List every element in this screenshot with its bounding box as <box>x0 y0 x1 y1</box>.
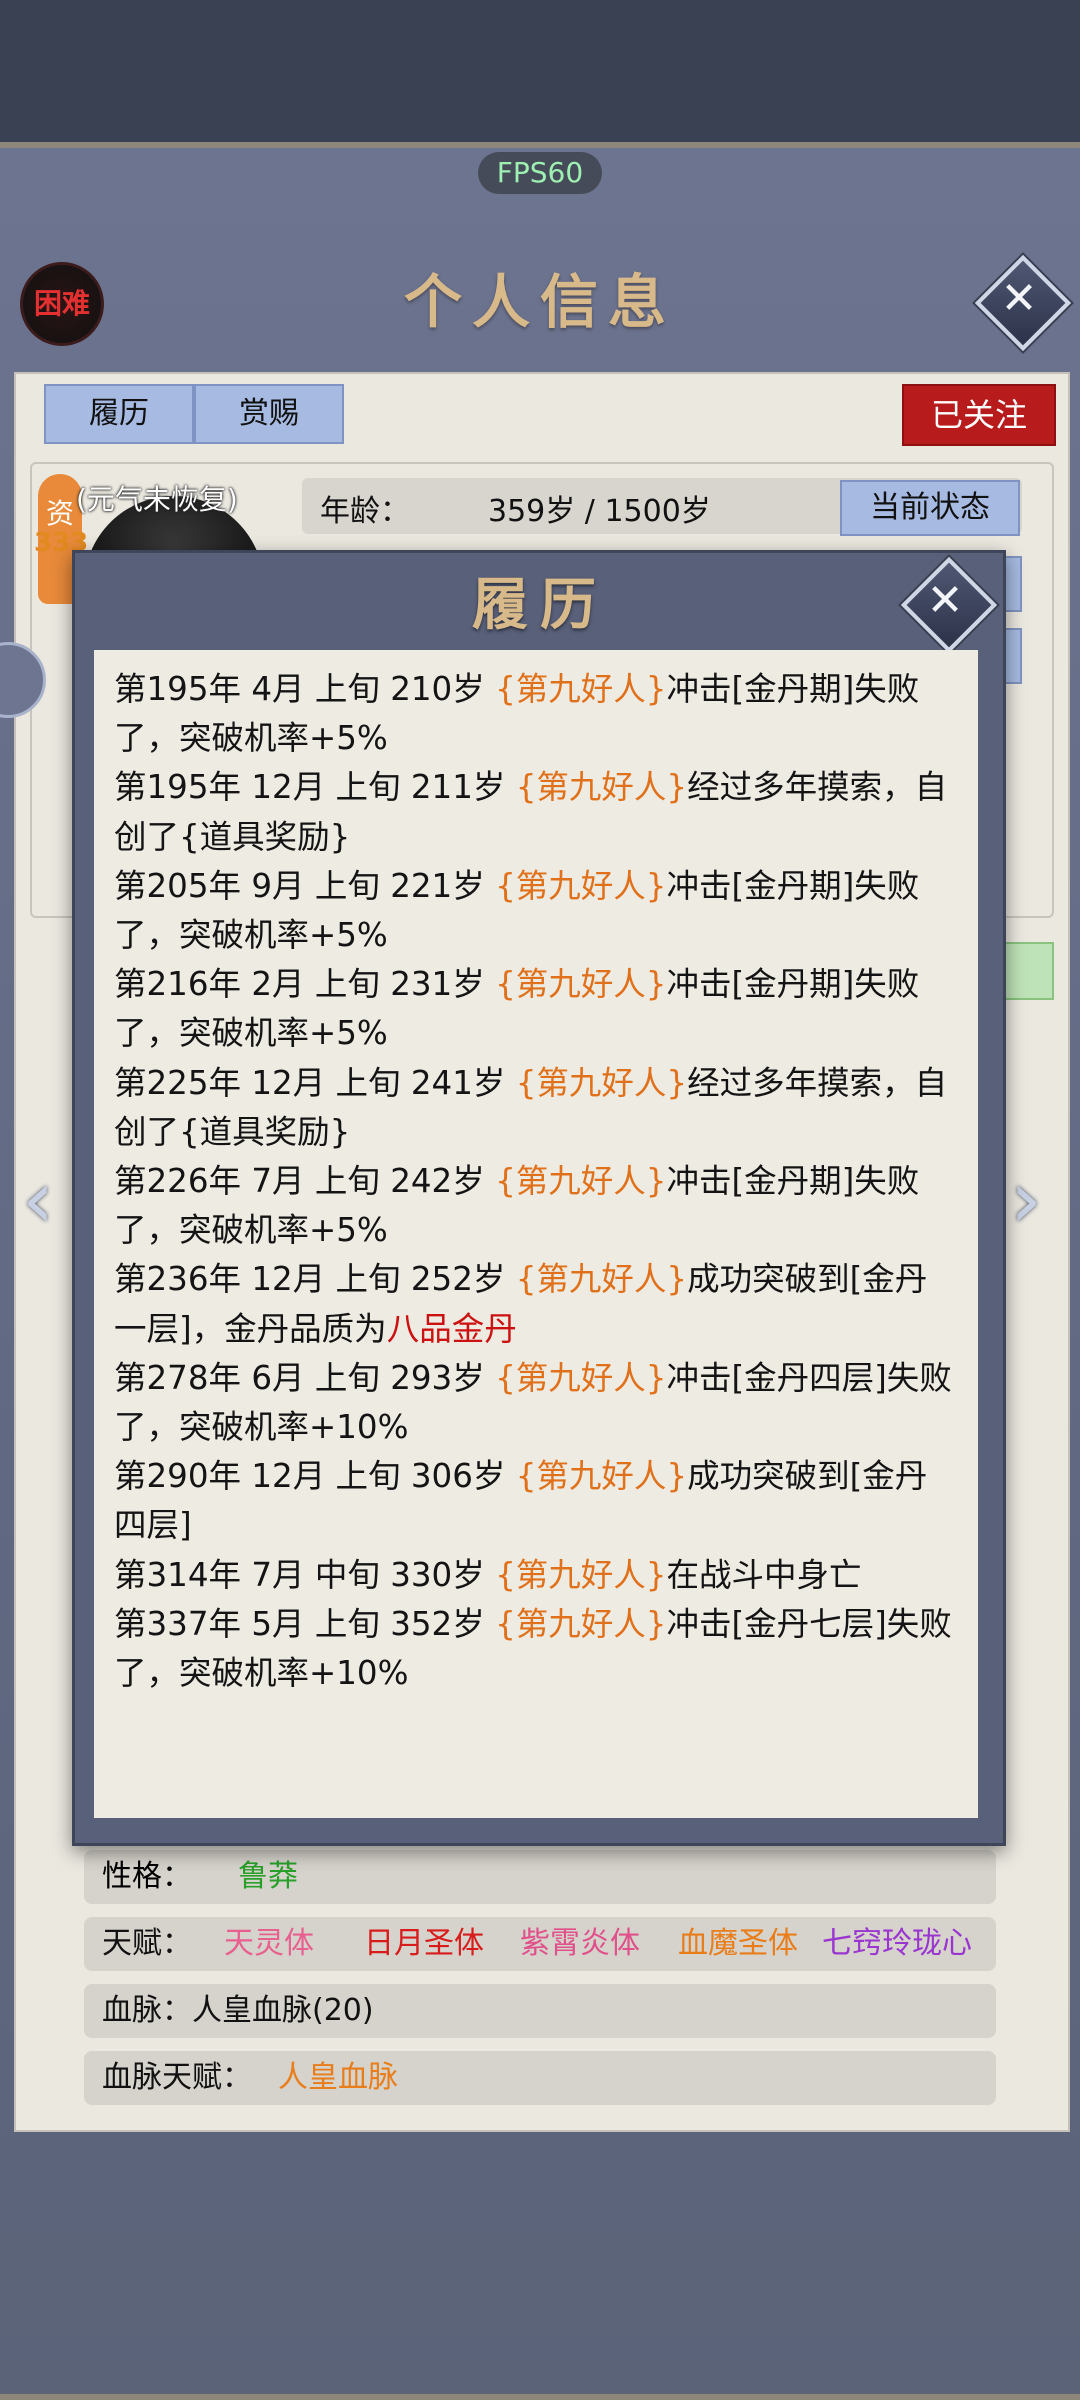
bottom-divider <box>0 2394 1080 2400</box>
age-value: 359岁 / 1500岁 <box>488 494 711 529</box>
history-entry: 第205年 9月 上旬 221岁 {第九好人}冲击[金丹期]失败了，突破机率+5… <box>114 866 920 955</box>
follow-button[interactable]: 已关注 <box>902 384 1056 446</box>
history-entry: 第195年 4月 上旬 210岁 {第九好人}冲击[金丹期]失败了，突破机率+5… <box>114 670 920 758</box>
chevron-left-icon[interactable]: ‹ <box>22 1160 72 1240</box>
talent-item: 七窍玲珑心 <box>822 1926 972 1961</box>
chevron-right-icon[interactable]: › <box>1010 1160 1060 1240</box>
history-entry: 第278年 6月 上旬 293岁 {第九好人}冲击[金丹四层]失败了，突破机率+… <box>114 1358 952 1447</box>
bloodline-text: 血脉：人皇血脉(20) <box>102 1993 374 2028</box>
difficulty-badge: 困难 <box>20 262 104 346</box>
bloodline-talent-value: 人皇血脉 <box>278 2060 398 2095</box>
close-button[interactable]: ✕ <box>974 254 1072 352</box>
history-entry: 第216年 2月 上旬 231岁 {第九好人}冲击[金丹期]失败了，突破机率+5… <box>114 965 920 1053</box>
bloodline-row: 血脉：人皇血脉(20) <box>84 1984 996 2038</box>
page-title: 个人信息 <box>403 268 676 336</box>
bloodline-talent-row: 血脉天赋： 人皇血脉 <box>84 2051 996 2105</box>
talent-row: 天赋： 天灵体 日月圣体 紫霄炎体 血魔圣体 七窍玲珑心 <box>84 1917 996 1971</box>
talent-item: 血魔圣体 <box>678 1926 798 1961</box>
talent-item: 紫霄炎体 <box>520 1926 640 1961</box>
bloodline-talent-label: 血脉天赋： <box>102 2060 252 2095</box>
personality-label: 性格： <box>102 1859 192 1894</box>
history-entry: 第195年 12月 上旬 211岁 {第九好人}经过多年摸索，自创了{道具奖励} <box>114 768 948 856</box>
personality-row: 性格： 鲁莽 <box>84 1850 996 1904</box>
history-entry: 第314年 7月 中旬 330岁 {第九好人}在战斗中身亡 <box>114 1555 862 1594</box>
personality-value: 鲁莽 <box>238 1859 298 1894</box>
tab-rewards[interactable]: 赏赐 <box>194 384 344 444</box>
status-note: (元气未恢复) <box>76 483 238 516</box>
tab-history[interactable]: 履历 <box>44 384 194 444</box>
history-entry: 第290年 12月 上旬 306岁 {第九好人}成功突破到[金丹四层] <box>114 1457 928 1545</box>
history-entry: 第236年 12月 上旬 252岁 {第九好人}成功突破到[金丹一层]，金丹品质… <box>114 1260 928 1348</box>
history-entry: 第225年 12月 上旬 241岁 {第九好人}经过多年摸索，自创了{道具奖励} <box>114 1063 948 1151</box>
talent-item: 日月圣体 <box>364 1926 484 1961</box>
history-close-button[interactable]: ✕ <box>900 556 998 654</box>
history-list[interactable]: 第195年 4月 上旬 210岁 {第九好人}冲击[金丹期]失败了，突破机率+5… <box>94 650 978 1818</box>
history-entry: 第226年 7月 上旬 242岁 {第九好人}冲击[金丹期]失败了，突破机率+5… <box>114 1162 920 1250</box>
system-status-bar <box>0 0 1080 142</box>
talent-item: 天灵体 <box>224 1926 314 1961</box>
age-label: 年龄： <box>320 494 410 529</box>
fps-counter: FPS60 <box>478 152 602 194</box>
talent-label: 天赋： <box>102 1926 192 1961</box>
close-icon: ✕ <box>926 575 964 626</box>
current-state-button[interactable]: 当前状态 <box>840 480 1020 536</box>
history-modal-title: 履历 <box>472 572 608 638</box>
history-entry: 第337年 5月 上旬 352岁 {第九好人}冲击[金丹七层]失败了，突破机率+… <box>114 1604 952 1693</box>
close-icon: ✕ <box>1000 273 1038 324</box>
